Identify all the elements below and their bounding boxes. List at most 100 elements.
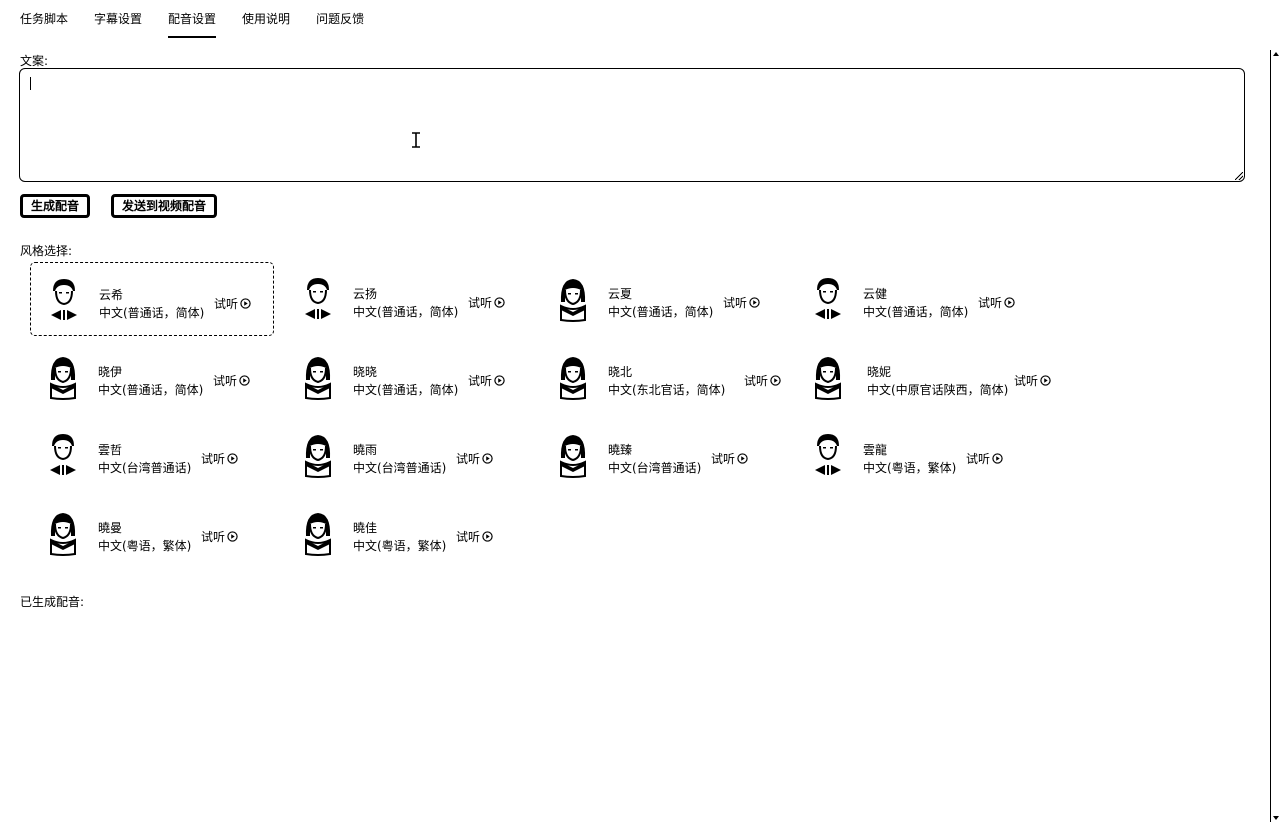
listen-label: 试听 (468, 296, 493, 310)
voice-language: 中文(普通话，简体) (99, 306, 205, 320)
play-icon (240, 298, 251, 309)
voice-name: 雲龍 (863, 443, 888, 457)
ibeam-cursor-icon (411, 132, 421, 148)
female-avatar-icon (558, 276, 588, 322)
copy-textarea[interactable] (20, 69, 1244, 181)
voice-name: 云希 (99, 288, 124, 302)
male-avatar-icon (303, 276, 333, 322)
listen-button[interactable]: 试听 (201, 528, 238, 545)
female-avatar-icon (48, 510, 78, 556)
voice-card[interactable]: 云夏 中文(普通话，简体) 试听 (540, 262, 784, 336)
female-avatar-icon (48, 354, 78, 400)
generated-label: 已生成配音: (20, 595, 85, 609)
voice-name: 云夏 (608, 287, 633, 301)
listen-button[interactable]: 试听 (711, 450, 748, 467)
male-avatar-icon (813, 432, 843, 478)
voice-name: 曉臻 (608, 443, 633, 457)
female-avatar-icon (303, 510, 333, 556)
send-to-video-button[interactable]: 发送到视频配音 (111, 194, 218, 218)
voice-language: 中文(台湾普通话) (353, 461, 447, 475)
voice-name: 曉曼 (98, 521, 123, 535)
scroll-down-icon[interactable] (1273, 816, 1279, 820)
play-icon (482, 453, 493, 464)
play-icon (1004, 297, 1015, 308)
voice-card[interactable]: 晓北中文(东北官话，简体) 试听 (540, 340, 784, 414)
style-label: 风格选择: (20, 244, 73, 258)
play-icon (227, 453, 238, 464)
voice-name: 曉雨 (353, 443, 378, 457)
tab-1[interactable]: 任务脚本 (20, 0, 68, 38)
voice-language: 中文(中原官话陕西，简体) (867, 383, 1009, 397)
listen-button[interactable]: 试听 (468, 372, 505, 389)
listen-button[interactable]: 试听 (468, 294, 505, 311)
play-icon (494, 297, 505, 308)
voice-language: 中文(粤语，繁体) (98, 539, 192, 553)
voice-language: 中文(粤语，繁体) (353, 539, 447, 553)
voice-language: 中文(台湾普通话) (98, 461, 192, 475)
voice-language: 中文(普通话，简体) (98, 383, 204, 397)
listen-button[interactable]: 试听 (213, 372, 250, 389)
voice-card[interactable]: 雲龍中文(粤语，繁体) 试听 (795, 418, 1039, 492)
voice-card[interactable]: 曉雨中文(台湾普通话) 试听 (285, 418, 529, 492)
voice-card[interactable]: 晓晓 中文(普通话，简体) 试听 (285, 340, 529, 414)
listen-button[interactable]: 试听 (1014, 372, 1051, 389)
female-avatar-icon (303, 432, 333, 478)
listen-button[interactable]: 试听 (214, 295, 251, 312)
tab-4[interactable]: 使用说明 (242, 0, 290, 38)
listen-label: 试听 (468, 374, 493, 388)
play-icon (992, 453, 1003, 464)
voice-card[interactable]: 云健 中文(普通话，简体) 试听 (795, 262, 1039, 336)
vertical-scrollbar[interactable] (1270, 50, 1280, 822)
voice-card[interactable]: 云希中文(普通话，简体) 试听 (30, 262, 274, 336)
voice-name: 晓伊 (98, 365, 123, 379)
voice-name: 雲哲 (98, 443, 123, 457)
female-avatar-icon (558, 354, 588, 400)
listen-label: 试听 (723, 296, 748, 310)
play-icon (1040, 375, 1051, 386)
generate-voice-button[interactable]: 生成配音 (20, 194, 91, 218)
listen-label: 试听 (966, 452, 991, 466)
voice-card[interactable]: 云扬 中文(普通话，简体) 试听 (285, 262, 529, 336)
listen-label: 试听 (456, 530, 481, 544)
voice-name: 曉佳 (353, 521, 378, 535)
play-icon (737, 453, 748, 464)
scroll-up-icon[interactable] (1273, 52, 1279, 56)
female-avatar-icon (303, 354, 333, 400)
listen-button[interactable]: 试听 (201, 450, 238, 467)
voice-card[interactable]: 晓伊中文(普通话，简体) 试听 (30, 340, 274, 414)
resize-handle[interactable] (1235, 172, 1243, 180)
listen-button[interactable]: 试听 (744, 372, 781, 389)
male-avatar-icon (813, 276, 843, 322)
tab-5[interactable]: 问题反馈 (316, 0, 364, 38)
voice-card[interactable]: 曉曼中文(粤语，繁体) 试听 (30, 496, 274, 570)
listen-label: 试听 (213, 374, 238, 388)
male-avatar-icon (48, 432, 78, 478)
listen-label: 试听 (201, 452, 226, 466)
voice-card[interactable]: 曉佳中文(粤语，繁体) 试听 (285, 496, 529, 570)
female-avatar-icon (558, 432, 588, 478)
voice-language: 中文(台湾普通话) (608, 461, 702, 475)
listen-label: 试听 (744, 374, 769, 388)
voice-language: 中文(普通话，简体) (353, 383, 459, 397)
voice-name: 晓妮 (867, 365, 892, 379)
play-icon (494, 375, 505, 386)
listen-button[interactable]: 试听 (456, 528, 493, 545)
voice-name: 云健 (863, 287, 888, 301)
tab-3[interactable]: 配音设置 (168, 0, 217, 38)
listen-label: 试听 (711, 452, 736, 466)
listen-button[interactable]: 试听 (978, 294, 1015, 311)
listen-button[interactable]: 试听 (966, 450, 1003, 467)
listen-label: 试听 (1014, 374, 1039, 388)
listen-button[interactable]: 试听 (723, 294, 760, 311)
listen-label: 试听 (978, 296, 1003, 310)
voice-card[interactable]: 晓妮中文(中原官话陕西，简体) 试听 (795, 340, 1051, 414)
voice-card[interactable]: 曉臻中文(台湾普通话) 试听 (540, 418, 784, 492)
tab-bar: 任务脚本 字幕设置 配音设置 使用说明 问题反馈 (20, 0, 390, 40)
voice-language: 中文(东北官话，简体) (608, 383, 726, 397)
voice-card[interactable]: 雲哲中文(台湾普通话) 试听 (30, 418, 274, 492)
tab-2[interactable]: 字幕设置 (94, 0, 142, 38)
listen-button[interactable]: 试听 (456, 450, 493, 467)
listen-label: 试听 (201, 530, 226, 544)
voice-language: 中文(粤语，繁体) (863, 461, 957, 475)
voice-name: 晓北 (608, 365, 633, 379)
